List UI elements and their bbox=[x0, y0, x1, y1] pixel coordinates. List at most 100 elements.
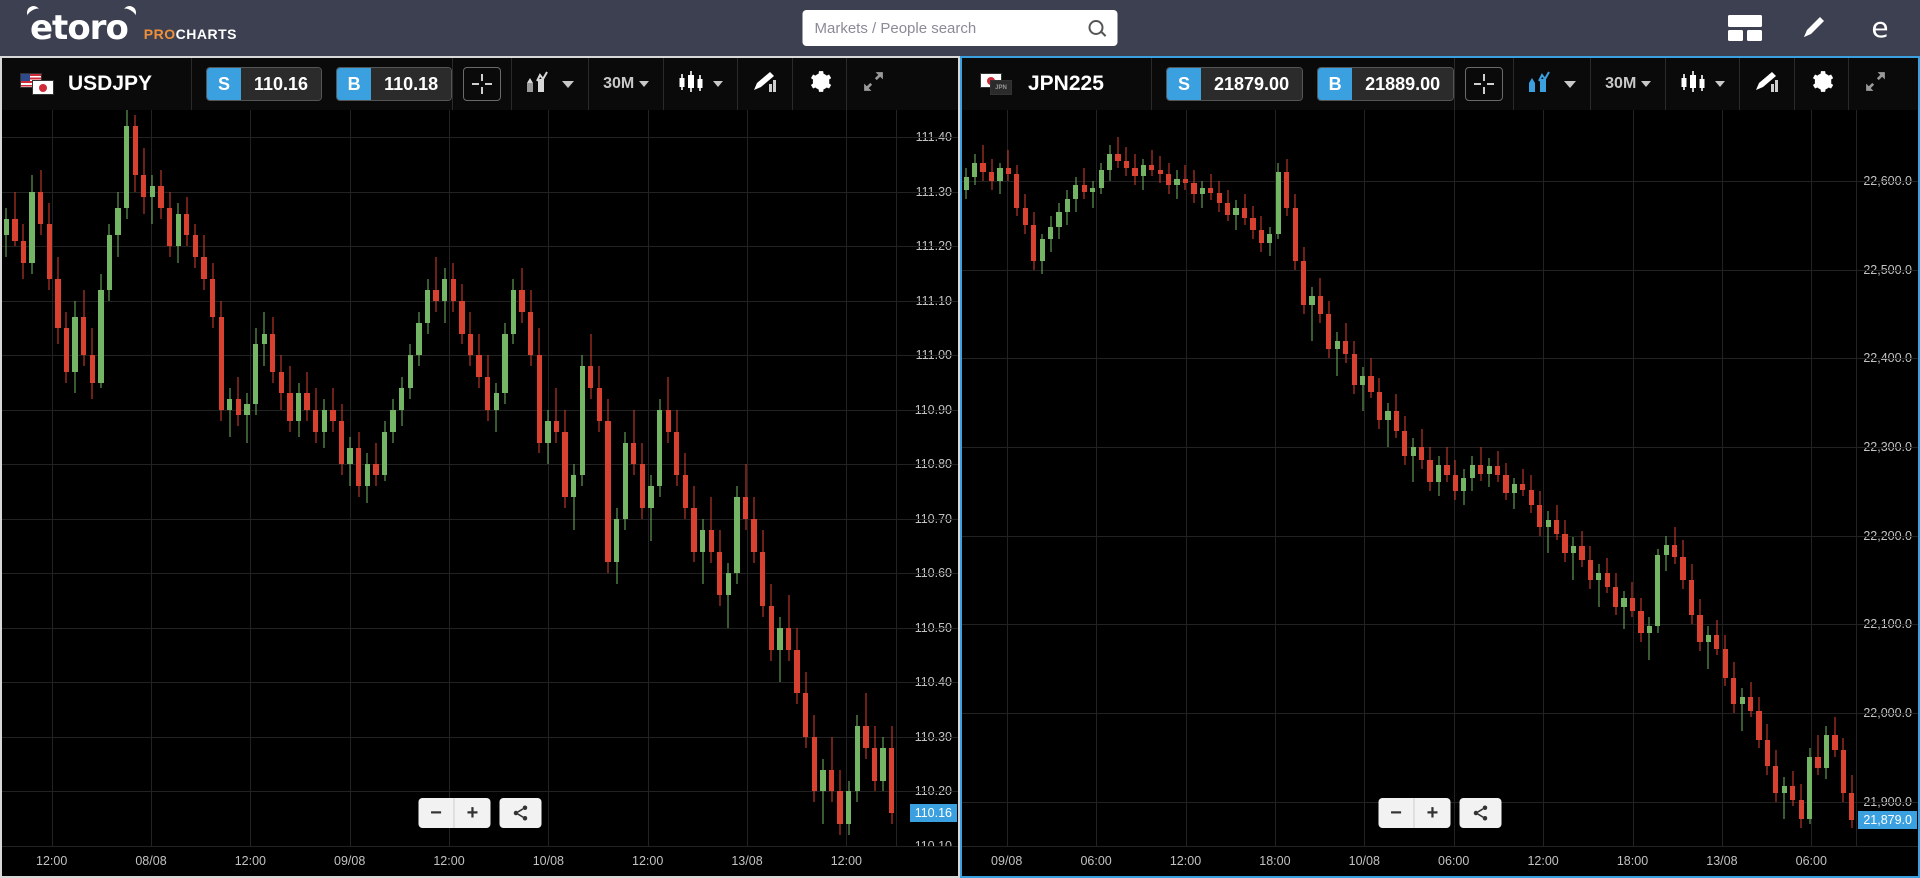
crosshair-tool-usdjpy[interactable] bbox=[452, 58, 511, 110]
candlestick bbox=[115, 110, 121, 846]
symbol-block-jpn225[interactable]: JPN JPN225 bbox=[962, 58, 1152, 110]
candlestick bbox=[820, 110, 826, 846]
timeframe-selector-usdjpy[interactable]: 30M bbox=[588, 58, 663, 110]
candlestick bbox=[605, 110, 611, 846]
candlestick bbox=[1604, 110, 1610, 846]
candlestick bbox=[1663, 110, 1669, 846]
candlestick bbox=[648, 110, 654, 846]
candlestick bbox=[1587, 110, 1593, 846]
crosshair-tool-jpn225[interactable] bbox=[1454, 58, 1513, 110]
zoom-in-button[interactable]: + bbox=[454, 798, 491, 828]
timeframe-selector-jpn225[interactable]: 30M bbox=[1590, 58, 1665, 110]
candlestick bbox=[166, 110, 173, 846]
candlestick bbox=[201, 110, 207, 846]
candlestick bbox=[1756, 110, 1762, 846]
chevron-down-icon bbox=[562, 80, 575, 88]
chevron-down-icon bbox=[1641, 81, 1652, 87]
candlestick bbox=[1596, 110, 1602, 846]
fullscreen-tool-usdjpy[interactable] bbox=[846, 58, 900, 110]
candlestick bbox=[1764, 110, 1771, 846]
sell-price-button-usdjpy[interactable]: S 110.16 bbox=[206, 67, 323, 101]
candlestick bbox=[270, 110, 276, 846]
candlestick bbox=[1747, 110, 1754, 846]
candlestick bbox=[295, 110, 302, 846]
candlestick bbox=[1132, 110, 1138, 846]
share-button[interactable] bbox=[1459, 798, 1502, 828]
current-price-badge: 110.16 bbox=[909, 804, 957, 823]
zoom-out-button[interactable]: − bbox=[1378, 798, 1415, 828]
pencil-edit-icon[interactable] bbox=[1798, 13, 1828, 43]
candlestick bbox=[1292, 110, 1298, 846]
sell-price-button-jpn225[interactable]: S 21879.00 bbox=[1166, 67, 1304, 101]
candlestick bbox=[467, 110, 474, 846]
time-tick-label: 13/08 bbox=[731, 854, 763, 868]
candlestick bbox=[1537, 110, 1543, 846]
candlestick bbox=[29, 110, 35, 846]
chart-canvas-usdjpy[interactable]: 111.40 111.30 111.20 111.10 111.00 110.90 110.… bbox=[2, 110, 958, 846]
time-tick-label: 09/08 bbox=[991, 854, 1023, 868]
share-button[interactable] bbox=[499, 798, 542, 828]
indicators-icon bbox=[1528, 71, 1564, 98]
drawing-tools-jpn225[interactable] bbox=[1739, 58, 1794, 110]
candlestick bbox=[1815, 110, 1821, 846]
candlestick bbox=[227, 110, 233, 846]
etoro-avatar-icon[interactable]: e bbox=[1864, 12, 1896, 44]
search-icon[interactable] bbox=[1088, 19, 1106, 37]
price-axis-jpn225: 22,600.0 22,500.0 22,400.0 22,300.0 22,200.0… bbox=[1856, 110, 1918, 846]
candlestick bbox=[1511, 110, 1518, 846]
candlestick bbox=[794, 110, 800, 846]
crosshair-icon bbox=[463, 67, 502, 101]
chart-type-tool-usdjpy[interactable] bbox=[663, 58, 737, 110]
candlestick bbox=[837, 110, 843, 846]
chart-panel-jpn225[interactable]: JPN JPN225 S 21879.00 B 21889.00 30M 22,… bbox=[960, 56, 1920, 878]
zoom-out-button[interactable]: − bbox=[418, 798, 455, 828]
candlestick bbox=[1410, 110, 1416, 846]
zoom-in-button[interactable]: + bbox=[1414, 798, 1451, 828]
fullscreen-tool-jpn225[interactable] bbox=[1848, 58, 1902, 110]
candlestick bbox=[149, 110, 156, 846]
symbol-block-usdjpy[interactable]: USDJPY bbox=[2, 58, 192, 110]
candlestick bbox=[1005, 110, 1011, 846]
candlestick bbox=[424, 110, 431, 846]
candlestick bbox=[1393, 110, 1399, 846]
panel-toolbar-usdjpy: USDJPY S 110.16 B 110.18 30M bbox=[2, 58, 958, 110]
current-price-badge: 21,879.0 bbox=[1858, 811, 1917, 830]
candlestick bbox=[570, 110, 577, 846]
indicators-tool-usdjpy[interactable] bbox=[511, 58, 588, 110]
candlestick bbox=[777, 110, 783, 846]
candlestick bbox=[1022, 110, 1028, 846]
indicators-icon bbox=[526, 71, 562, 98]
drawing-tools-usdjpy[interactable] bbox=[737, 58, 792, 110]
sell-label: S bbox=[1167, 68, 1201, 100]
panel-toolbar-jpn225: JPN JPN225 S 21879.00 B 21889.00 30M bbox=[962, 58, 1918, 110]
candlestick bbox=[1739, 110, 1745, 846]
brand-logo[interactable]: etoro PROCHARTS bbox=[24, 3, 237, 48]
candlestick bbox=[1545, 110, 1551, 846]
sell-price: 21879.00 bbox=[1201, 68, 1303, 100]
indicators-tool-jpn225[interactable] bbox=[1513, 58, 1590, 110]
candlestick bbox=[175, 110, 181, 846]
procharts-pro-text: PRO bbox=[143, 26, 176, 42]
candlestick bbox=[1056, 110, 1062, 846]
sell-label: S bbox=[207, 68, 241, 100]
buy-price-button-jpn225[interactable]: B 21889.00 bbox=[1317, 67, 1455, 101]
candlestick bbox=[536, 110, 542, 846]
header-actions: e bbox=[1728, 12, 1896, 44]
candlestick bbox=[1258, 110, 1264, 846]
candlestick bbox=[252, 110, 259, 846]
candlestick bbox=[751, 110, 757, 846]
search-input[interactable] bbox=[814, 19, 1089, 37]
chart-canvas-jpn225[interactable]: 22,600.0 22,500.0 22,400.0 22,300.0 22,200.0… bbox=[962, 110, 1918, 846]
candlestick bbox=[502, 110, 508, 846]
candlestick bbox=[880, 110, 886, 846]
chart-panel-usdjpy[interactable]: USDJPY S 110.16 B 110.18 30M 111.40 111.… bbox=[0, 56, 960, 878]
settings-tool-usdjpy[interactable] bbox=[792, 58, 846, 110]
candlestick bbox=[972, 110, 978, 846]
buy-price-button-usdjpy[interactable]: B 110.18 bbox=[336, 67, 453, 101]
settings-tool-jpn225[interactable] bbox=[1794, 58, 1848, 110]
candlestick bbox=[1705, 110, 1711, 846]
candlestick bbox=[510, 110, 517, 846]
chart-type-tool-jpn225[interactable] bbox=[1665, 58, 1739, 110]
search-bar[interactable] bbox=[802, 10, 1118, 46]
layout-grid-icon[interactable] bbox=[1728, 15, 1762, 41]
